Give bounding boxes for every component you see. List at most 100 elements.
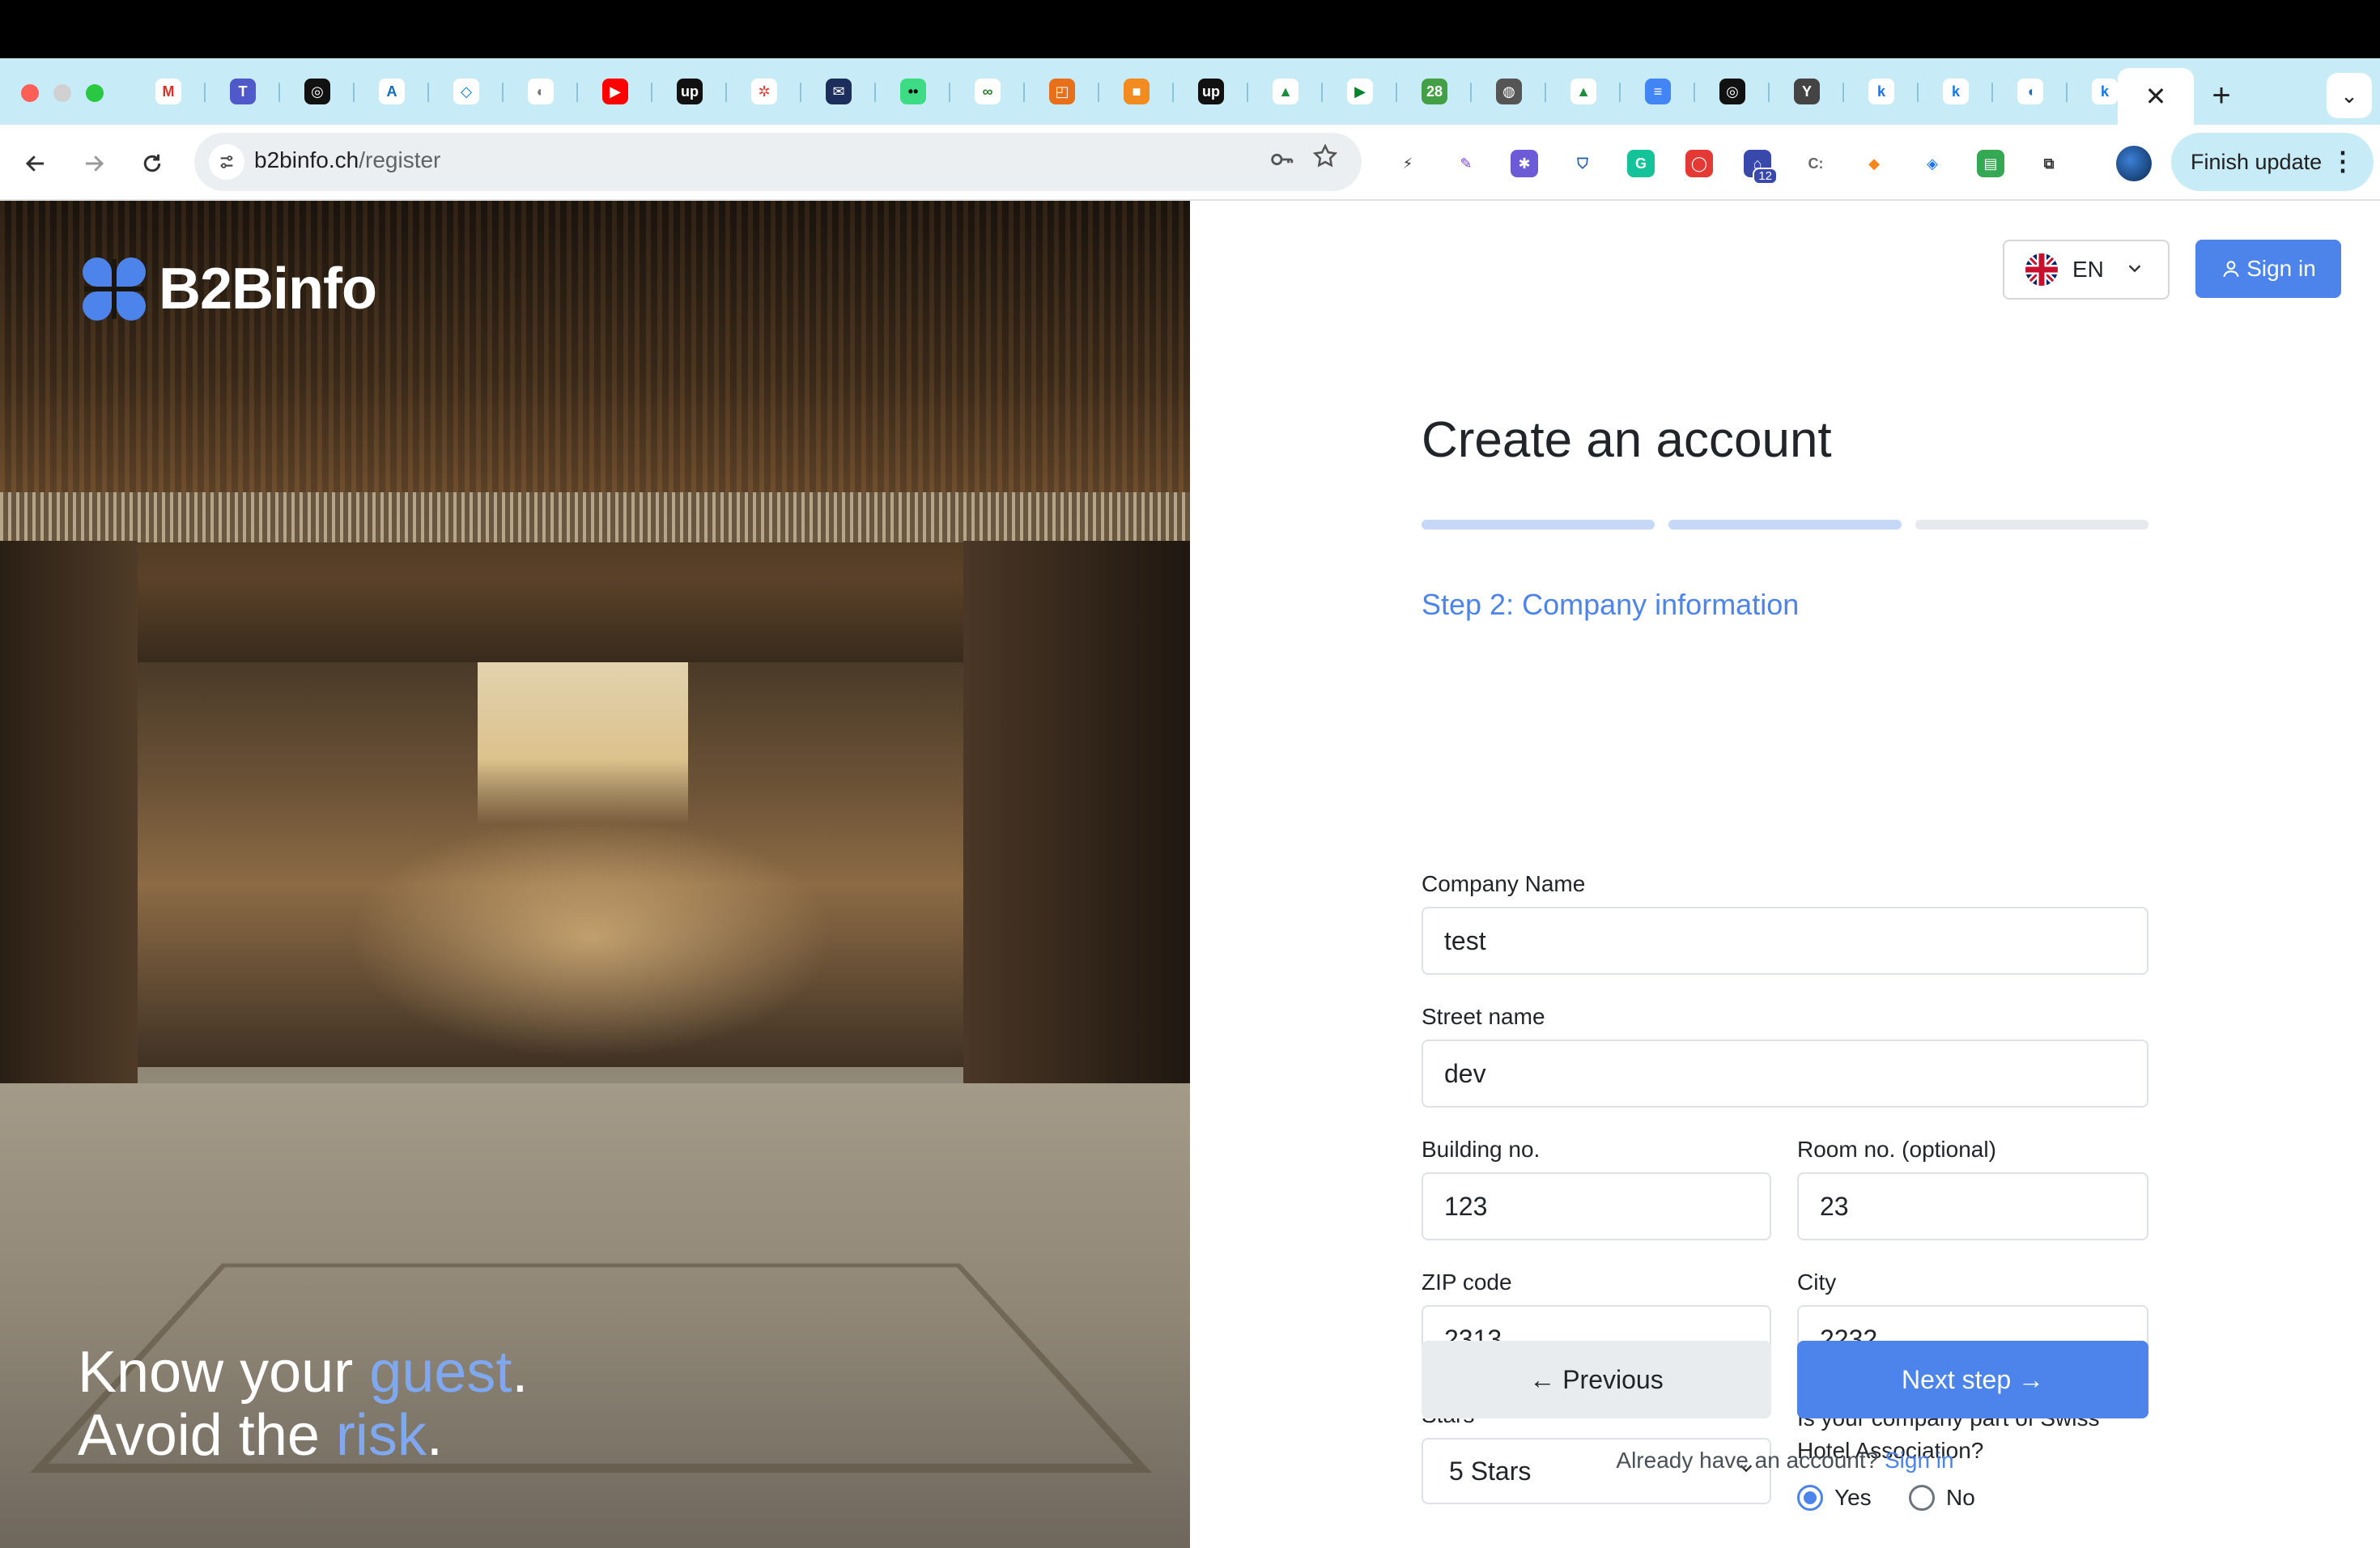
forward-button[interactable] [74, 144, 113, 183]
finish-update-button[interactable]: Finish update ⋮ [2171, 133, 2374, 191]
browser-tab[interactable]: up [1174, 68, 1248, 115]
street-name-input[interactable] [1422, 1040, 2148, 1108]
radio-no[interactable] [1909, 1485, 1935, 1511]
browser-tab[interactable]: ◐ [504, 68, 578, 115]
tab-search-button[interactable]: ⌄ [2327, 73, 2372, 118]
extension-button[interactable]: ✱ [1502, 141, 1546, 186]
password-key-icon[interactable] [1268, 146, 1295, 180]
red-ext-icon: ◯ [1685, 150, 1713, 177]
browser-tab[interactable]: 28 [1397, 68, 1472, 115]
building-no-label: Building no. [1422, 1137, 1541, 1162]
extension-button[interactable]: ◈ [1910, 141, 1954, 186]
browser-tab[interactable]: ■ [1099, 68, 1174, 115]
browser-tab[interactable]: ≡ [1621, 68, 1695, 115]
hero-image: B2Binfo Know your guest. Avoid the risk. [0, 201, 1190, 1548]
browser-tab[interactable]: ◎ [280, 68, 355, 115]
globe-icon: ◍ [1496, 79, 1522, 104]
extension-button[interactable]: G [1619, 141, 1663, 186]
browser-tab[interactable]: M [131, 68, 206, 115]
hero-tagline: Know your guest. Avoid the risk. [78, 1341, 528, 1467]
browser-tabs: M T ◎ A ◇ ◐ ▶ up ✲ ✉ •• ∞ ◰ ■ up ▲ ▶ 28 ◍ ▲ ≡ ◎ Yk k ◖ k [131, 68, 2142, 115]
browser-tab[interactable]: ◇ [429, 68, 504, 115]
tagline-line-2: Avoid the risk. [78, 1403, 443, 1468]
browser-tab[interactable]: ▲ [1248, 68, 1323, 115]
extension-button[interactable]: ▤ [1969, 141, 2012, 186]
browser-tab[interactable]: ◎ [1695, 68, 1770, 115]
browser-tab[interactable]: ✲ [727, 68, 801, 115]
uk-flag-icon [2025, 253, 2058, 286]
box-icon: ■ [1124, 79, 1150, 104]
url-text[interactable]: b2binfo.ch/register [254, 147, 440, 173]
finish-update-label: Finish update [2191, 149, 2323, 174]
k-logo-icon: k [1868, 79, 1894, 104]
window-maximize-button[interactable] [86, 84, 104, 102]
teams-icon: T [230, 79, 256, 104]
browser-tab[interactable]: A [355, 68, 429, 115]
extension-button[interactable]: ⌂ 12 [1736, 141, 1779, 186]
url-path: /register [359, 147, 441, 172]
page-title: Create an account [1422, 412, 1832, 468]
header-sign-in-button[interactable]: Sign in [2195, 240, 2341, 298]
building-no-input[interactable] [1422, 1172, 1771, 1240]
swiss-association-no[interactable]: No [1909, 1485, 1975, 1511]
tagline-line-1: Know your guest. [78, 1340, 529, 1405]
browser-tab[interactable]: T [206, 68, 280, 115]
os-menu-bar [0, 0, 2380, 58]
extension-button[interactable]: ⧉ [2027, 141, 2071, 186]
c-bracket-ext-icon: C: [1802, 150, 1830, 177]
more-menu-icon: ⋮ [2330, 147, 2356, 176]
extension-button[interactable]: ⚡ [1386, 141, 1430, 186]
sign-in-prompt-text: Already have an account? [1616, 1448, 1885, 1473]
extension-button[interactable]: C: [1794, 141, 1838, 186]
mail-envelope-icon: ✉ [826, 79, 852, 104]
extension-button[interactable]: ✎ [1444, 141, 1488, 186]
browser-tab[interactable]: ▶ [578, 68, 652, 115]
browser-tab[interactable]: ▲ [1546, 68, 1621, 115]
browser-tab[interactable]: ∞ [950, 68, 1025, 115]
reload-button[interactable] [133, 144, 172, 183]
browser-tab[interactable]: ◰ [1025, 68, 1099, 115]
room-no-input[interactable] [1797, 1172, 2148, 1240]
close-tab-icon[interactable]: ✕ [2145, 81, 2167, 112]
browser-tab[interactable]: ▶ [1323, 68, 1397, 115]
b2binfo-logo[interactable]: B2Binfo [78, 253, 377, 325]
browser-tab[interactable]: k [1844, 68, 1919, 115]
extension-button[interactable]: ◆ [1852, 141, 1896, 186]
browser-tab[interactable]: Y [1770, 68, 1844, 115]
progress-step-3 [1915, 520, 2148, 529]
calendar-28-icon: 28 [1422, 79, 1447, 104]
lightning-ext-icon: ⚡ [1394, 150, 1422, 177]
site-settings-icon[interactable] [209, 144, 244, 180]
room-no-label: Room no. (optional) [1797, 1137, 1996, 1162]
browser-tab[interactable]: ◖ [1993, 68, 2068, 115]
browser-tab[interactable]: ✉ [801, 68, 876, 115]
browser-tab[interactable]: ◍ [1472, 68, 1546, 115]
active-tab[interactable]: ✕ [2118, 68, 2194, 125]
back-button[interactable] [16, 144, 55, 183]
browser-tab[interactable]: •• [876, 68, 950, 115]
swiss-association-yes[interactable]: Yes [1797, 1485, 1872, 1511]
address-bar[interactable]: b2binfo.ch/register [194, 133, 1362, 191]
step-title: Step 2: Company information [1422, 588, 1800, 621]
window-minimize-button[interactable] [53, 84, 71, 102]
logo-text: B2Binfo [159, 257, 377, 321]
google-drive-icon: ▲ [1273, 79, 1298, 104]
company-name-input[interactable] [1422, 907, 2148, 975]
green-ext-icon: ▤ [1977, 150, 2004, 177]
browser-tab[interactable]: up [652, 68, 727, 115]
previous-button[interactable]: ← Previous [1422, 1341, 1771, 1418]
radio-yes[interactable] [1797, 1485, 1823, 1511]
language-select[interactable]: EN [2003, 240, 2170, 300]
next-step-button[interactable]: Next step → [1797, 1341, 2148, 1418]
browser-tab[interactable]: k [1919, 68, 1993, 115]
extension-button[interactable]: ◯ [1677, 141, 1721, 186]
footer-sign-in-link[interactable]: Sign in [1885, 1448, 1954, 1473]
google-docs-icon: ≡ [1645, 79, 1671, 104]
gmail-icon: M [155, 79, 181, 104]
new-tab-button[interactable]: + [2199, 73, 2244, 118]
bookmark-star-icon[interactable] [1311, 142, 1339, 177]
extension-button[interactable]: ⛉ [1561, 141, 1604, 186]
progress-step-2 [1668, 520, 1902, 529]
profile-avatar[interactable] [2116, 146, 2152, 181]
window-close-button[interactable] [21, 84, 39, 102]
